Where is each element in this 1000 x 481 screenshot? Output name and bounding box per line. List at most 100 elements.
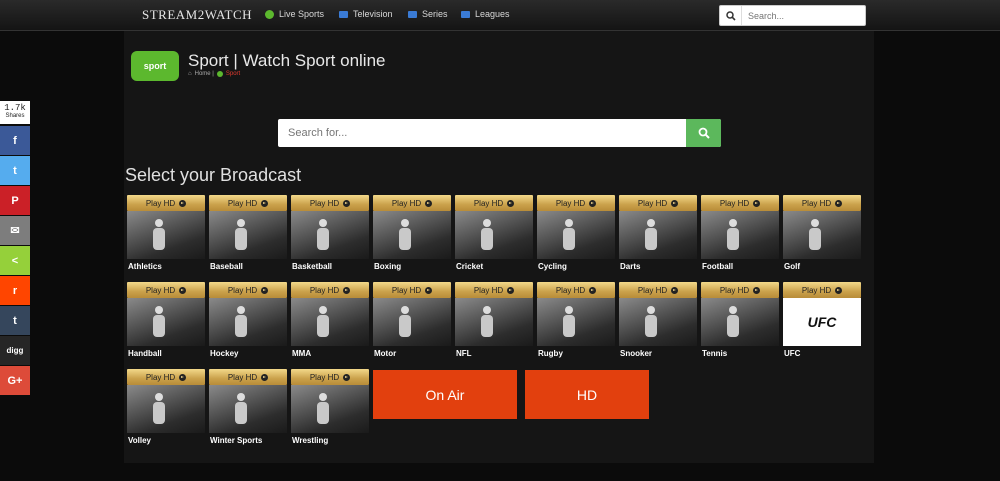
sport-label[interactable]: Motor [373,349,451,358]
sport-thumbnail[interactable] [291,298,369,346]
sport-tile-wrestling[interactable]: Play HD Wrestling [291,369,369,447]
reddit-share-button[interactable]: r [0,276,30,305]
sport-thumbnail[interactable] [127,385,205,433]
sport-tile-basketball[interactable]: Play HD Basketball [291,195,369,273]
sport-label[interactable]: Wrestling [291,436,369,445]
sport-label[interactable]: Winter Sports [209,436,287,445]
sport-thumbnail[interactable] [209,211,287,259]
sport-thumbnail[interactable]: UFC [783,298,861,346]
play-hd-button[interactable]: Play HD [127,282,205,298]
broadcast-search-button[interactable] [686,119,721,147]
sport-thumbnail[interactable] [619,298,697,346]
play-hd-button[interactable]: Play HD [209,282,287,298]
digg-share-button[interactable]: digg [0,336,30,365]
nav-series[interactable]: Series [408,9,448,19]
sport-label[interactable]: Boxing [373,262,451,271]
sport-label[interactable]: Cycling [537,262,615,271]
sport-thumbnail[interactable] [783,211,861,259]
sport-thumbnail[interactable] [701,211,779,259]
sport-tile-darts[interactable]: Play HD Darts [619,195,697,273]
sport-label[interactable]: Volley [127,436,205,445]
sport-tile-nfl[interactable]: Play HD NFL [455,282,533,360]
play-hd-button[interactable]: Play HD [537,282,615,298]
play-hd-button[interactable]: Play HD [619,195,697,211]
sport-tile-ufc[interactable]: Play HD UFC UFC [783,282,861,360]
sport-label[interactable]: MMA [291,349,369,358]
play-hd-button[interactable]: Play HD [701,282,779,298]
nav-television[interactable]: Television [339,9,393,19]
play-hd-button[interactable]: Play HD [209,195,287,211]
play-hd-button[interactable]: Play HD [373,282,451,298]
sport-tile-cycling[interactable]: Play HD Cycling [537,195,615,273]
sport-thumbnail[interactable] [127,298,205,346]
sport-tile-golf[interactable]: Play HD Golf [783,195,861,273]
sport-thumbnail[interactable] [291,385,369,433]
sport-tile-motor[interactable]: Play HD Motor [373,282,451,360]
play-hd-button[interactable]: Play HD [291,195,369,211]
hd-button[interactable]: HD [525,370,649,419]
sport-thumbnail[interactable] [291,211,369,259]
play-hd-button[interactable]: Play HD [619,282,697,298]
facebook-share-button[interactable]: f [0,126,30,155]
sport-tile-mma[interactable]: Play HD MMA [291,282,369,360]
sport-label[interactable]: Tennis [701,349,779,358]
sport-thumbnail[interactable] [209,298,287,346]
sport-tile-athletics[interactable]: Play HD Athletics [127,195,205,273]
breadcrumb-home[interactable]: Home | [195,71,214,77]
play-hd-button[interactable]: Play HD [291,369,369,385]
sport-label[interactable]: Athletics [127,262,205,271]
nav-live-sports[interactable]: Live Sports [265,9,324,19]
sport-label[interactable]: Basketball [291,262,369,271]
sport-thumbnail[interactable] [537,211,615,259]
site-logo[interactable]: STREAM2WATCH [142,7,252,23]
sport-tile-football[interactable]: Play HD Football [701,195,779,273]
sport-tile-cricket[interactable]: Play HD Cricket [455,195,533,273]
play-hd-button[interactable]: Play HD [455,282,533,298]
googleplus-share-button[interactable]: G+ [0,366,30,395]
sport-thumbnail[interactable] [373,211,451,259]
nav-search-button[interactable] [720,6,742,25]
sport-thumbnail[interactable] [701,298,779,346]
play-hd-button[interactable]: Play HD [455,195,533,211]
sport-label[interactable]: Snooker [619,349,697,358]
sport-label[interactable]: Cricket [455,262,533,271]
sport-thumbnail[interactable] [537,298,615,346]
sport-tile-baseball[interactable]: Play HD Baseball [209,195,287,273]
nav-leagues[interactable]: Leagues [461,9,510,19]
sport-label[interactable]: NFL [455,349,533,358]
breadcrumb-current[interactable]: Sport [226,71,240,77]
sport-tile-handball[interactable]: Play HD Handball [127,282,205,360]
sport-thumbnail[interactable] [373,298,451,346]
email-share-button[interactable]: ✉ [0,216,30,245]
sport-thumbnail[interactable] [455,211,533,259]
on-air-button[interactable]: On Air [373,370,517,419]
pinterest-share-button[interactable]: P [0,186,30,215]
play-hd-button[interactable]: Play HD [783,195,861,211]
play-hd-button[interactable]: Play HD [701,195,779,211]
sport-thumbnail[interactable] [209,385,287,433]
sport-label[interactable]: Darts [619,262,697,271]
play-hd-button[interactable]: Play HD [127,369,205,385]
sport-label[interactable]: Baseball [209,262,287,271]
tumblr-share-button[interactable]: t [0,306,30,335]
play-hd-button[interactable]: Play HD [783,282,861,298]
play-hd-button[interactable]: Play HD [291,282,369,298]
sport-label[interactable]: Hockey [209,349,287,358]
twitter-share-button[interactable]: t [0,156,30,185]
play-hd-button[interactable]: Play HD [537,195,615,211]
sharethis-share-button[interactable]: < [0,246,30,275]
sport-tile-winter-sports[interactable]: Play HD Winter Sports [209,369,287,447]
sport-tile-snooker[interactable]: Play HD Snooker [619,282,697,360]
sport-label[interactable]: Golf [783,262,861,271]
play-hd-button[interactable]: Play HD [127,195,205,211]
sport-tile-rugby[interactable]: Play HD Rugby [537,282,615,360]
sport-label[interactable]: UFC [783,349,861,358]
sport-thumbnail[interactable] [455,298,533,346]
sport-label[interactable]: Football [701,262,779,271]
sport-tile-volley[interactable]: Play HD Volley [127,369,205,447]
sport-tile-boxing[interactable]: Play HD Boxing [373,195,451,273]
sport-label[interactable]: Rugby [537,349,615,358]
sport-tile-hockey[interactable]: Play HD Hockey [209,282,287,360]
broadcast-search-input[interactable] [278,119,686,147]
sport-thumbnail[interactable] [619,211,697,259]
